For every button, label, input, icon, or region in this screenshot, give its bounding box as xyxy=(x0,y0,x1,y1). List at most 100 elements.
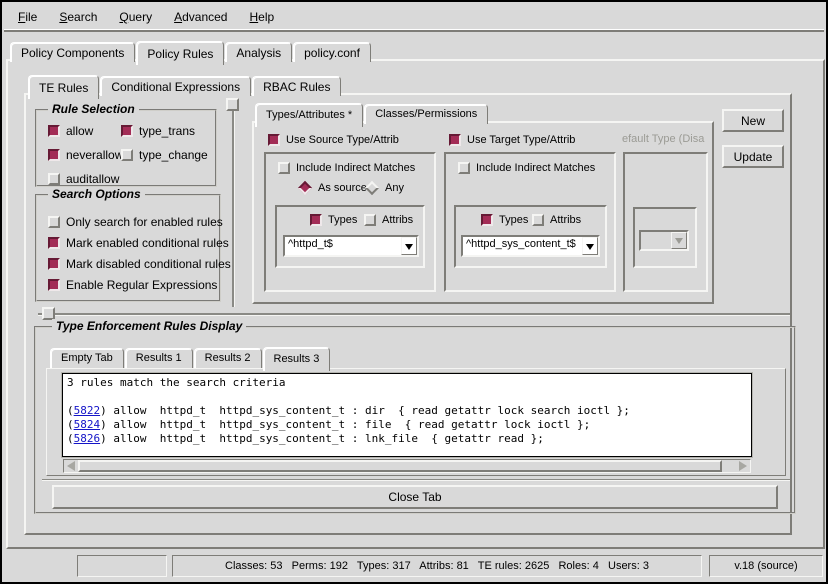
rule-id-link[interactable]: 5824 xyxy=(74,418,101,431)
search-options-title: Search Options xyxy=(48,187,145,201)
rule-id-link[interactable]: 5826 xyxy=(74,432,101,445)
results-tab-1[interactable]: Results 1 xyxy=(125,348,193,368)
checkbox-indicator xyxy=(449,134,461,146)
vertical-sash-handle[interactable] xyxy=(226,98,239,111)
checkbox-allow[interactable]: allow xyxy=(48,124,93,138)
default-type-combobox xyxy=(639,230,689,251)
tab-policy-components[interactable]: Policy Components xyxy=(10,42,135,62)
checkbox-label: Use Target Type/Attrib xyxy=(467,134,575,146)
status-panel-empty xyxy=(77,555,167,577)
checkbox-label: Types xyxy=(499,214,528,226)
rule-text: ) allow httpd_t httpd_sys_content_t : fi… xyxy=(100,418,590,431)
combobox-value[interactable]: ^httpd_t$ xyxy=(285,237,401,255)
scrollbar-thumb[interactable] xyxy=(78,460,722,472)
menu-item-search[interactable]: Search xyxy=(51,6,105,28)
rule-line: (5824) allow httpd_t httpd_sys_content_t… xyxy=(67,418,747,432)
dropdown-arrow-icon[interactable] xyxy=(401,237,417,255)
tab-conditional-expressions[interactable]: Conditional Expressions xyxy=(100,76,251,96)
rule-id-link[interactable]: 5822 xyxy=(74,404,101,417)
checkbox-label: auditallow xyxy=(66,172,119,186)
checkbox-label: Types xyxy=(328,214,357,226)
menu-item-query[interactable]: Query xyxy=(111,6,160,28)
rule-line: (5826) allow httpd_t httpd_sys_content_t… xyxy=(67,432,747,446)
results-tab-empty[interactable]: Empty Tab xyxy=(50,348,124,368)
checkbox-target-include-indirect[interactable]: Include Indirect Matches xyxy=(458,162,595,174)
checkbox-label: Attribs xyxy=(382,214,413,226)
checkbox-target-types[interactable]: Types xyxy=(481,214,528,226)
checkbox-label: Enable Regular Expressions xyxy=(66,278,217,292)
results-blank-line xyxy=(67,390,747,404)
results-summary: 3 rules match the search criteria xyxy=(67,376,747,390)
checkbox-indicator xyxy=(481,214,493,226)
tab-policy-conf[interactable]: policy.conf xyxy=(293,42,371,62)
checkbox-source-types[interactable]: Types xyxy=(310,214,357,226)
checkbox-label: Mark enabled conditional rules xyxy=(66,236,229,250)
checkbox-indicator xyxy=(48,125,60,137)
checkbox-indicator xyxy=(268,134,280,146)
checkbox-only-enabled-rules[interactable]: Only search for enabled rules xyxy=(48,215,223,229)
results-separator xyxy=(42,479,790,481)
checkbox-indicator xyxy=(48,216,60,228)
radio-indicator xyxy=(365,181,379,195)
checkbox-mark-disabled-conditional[interactable]: Mark disabled conditional rules xyxy=(48,257,231,271)
checkbox-indicator xyxy=(48,149,60,161)
results-tab-3[interactable]: Results 3 xyxy=(263,347,331,371)
tab-analysis[interactable]: Analysis xyxy=(225,42,292,62)
results-text-area[interactable]: 3 rules match the search criteria (5822)… xyxy=(62,373,752,457)
scroll-left-icon[interactable] xyxy=(64,460,78,472)
radio-label: Any xyxy=(385,182,404,194)
radio-indicator xyxy=(298,181,312,195)
checkbox-label: Use Source Type/Attrib xyxy=(286,134,399,146)
checkbox-use-source-type[interactable]: Use Source Type/Attrib xyxy=(268,134,399,146)
checkbox-target-attribs[interactable]: Attribs xyxy=(532,214,581,226)
checkbox-label: neverallow xyxy=(66,148,123,162)
checkbox-label: Attribs xyxy=(550,214,581,226)
checkbox-mark-enabled-conditional[interactable]: Mark enabled conditional rules xyxy=(48,236,229,250)
checkbox-type-change[interactable]: type_change xyxy=(121,148,208,162)
new-button[interactable]: New xyxy=(722,109,784,132)
vertical-sash xyxy=(232,99,234,307)
paren: ( xyxy=(67,404,74,417)
scroll-right-icon[interactable] xyxy=(736,460,750,472)
checkbox-neverallow[interactable]: neverallow xyxy=(48,148,123,162)
checkbox-enable-regex[interactable]: Enable Regular Expressions xyxy=(48,278,217,292)
checkbox-label: allow xyxy=(66,124,93,138)
radio-source-any[interactable]: Any xyxy=(365,182,404,194)
checkbox-use-target-type[interactable]: Use Target Type/Attrib xyxy=(449,134,575,146)
source-type-combobox[interactable]: ^httpd_t$ xyxy=(283,235,419,257)
menu-item-file[interactable]: File xyxy=(10,6,45,28)
checkbox-indicator xyxy=(458,162,470,174)
checkbox-source-attribs[interactable]: Attribs xyxy=(364,214,413,226)
tab-types-attributes[interactable]: Types/Attributes * xyxy=(255,103,363,127)
tab-policy-rules[interactable]: Policy Rules xyxy=(136,41,224,65)
dropdown-arrow-icon[interactable] xyxy=(582,237,598,255)
checkbox-label: Include Indirect Matches xyxy=(296,162,415,174)
close-tab-button[interactable]: Close Tab xyxy=(52,485,778,509)
checkbox-indicator xyxy=(532,214,544,226)
checkbox-source-include-indirect[interactable]: Include Indirect Matches xyxy=(278,162,415,174)
rules-tab-bar: TE Rules Conditional Expressions RBAC Ru… xyxy=(28,73,342,96)
horizontal-scrollbar[interactable] xyxy=(63,459,751,473)
menu-item-advanced[interactable]: Advanced xyxy=(166,6,235,28)
rule-selection-title: Rule Selection xyxy=(48,102,139,116)
status-version-text: v.18 (source) xyxy=(734,560,797,572)
checkbox-auditallow[interactable]: auditallow xyxy=(48,172,119,186)
status-panel-stats: Classes: 53 Perms: 192 Types: 317 Attrib… xyxy=(172,555,702,577)
tab-te-rules[interactable]: TE Rules xyxy=(28,75,99,99)
tab-rbac-rules[interactable]: RBAC Rules xyxy=(252,76,341,96)
radio-label: As source xyxy=(318,182,367,194)
combobox-value xyxy=(641,232,671,249)
radio-as-source[interactable]: As source xyxy=(298,182,367,194)
results-tab-2[interactable]: Results 2 xyxy=(194,348,262,368)
target-type-combobox[interactable]: ^httpd_sys_content_t$ xyxy=(461,235,600,257)
rule-text: ) allow httpd_t httpd_sys_content_t : di… xyxy=(100,404,630,417)
combobox-value[interactable]: ^httpd_sys_content_t$ xyxy=(463,237,582,255)
checkbox-type-trans[interactable]: type_trans xyxy=(121,124,195,138)
tab-classes-permissions[interactable]: Classes/Permissions xyxy=(364,104,488,124)
rule-text: ) allow httpd_t httpd_sys_content_t : ln… xyxy=(100,432,544,445)
checkbox-indicator xyxy=(310,214,322,226)
te-rules-display-title: Type Enforcement Rules Display xyxy=(52,319,246,333)
update-button[interactable]: Update xyxy=(722,145,784,168)
menu-item-help[interactable]: Help xyxy=(241,6,282,28)
checkbox-indicator xyxy=(121,125,133,137)
